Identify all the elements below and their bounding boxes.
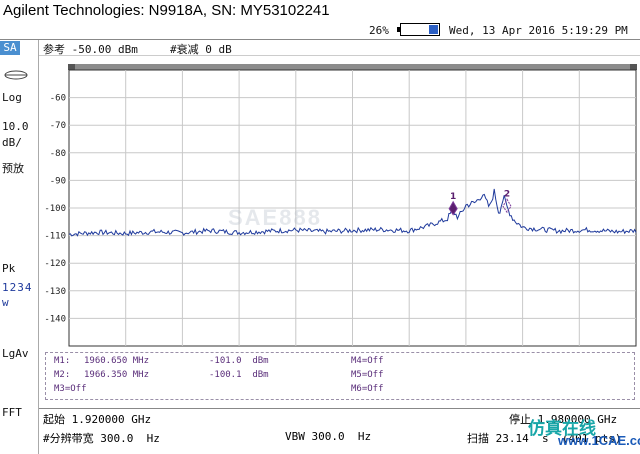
video-bandwidth[interactable]: VBW 300.0 Hz bbox=[285, 430, 371, 443]
y-tick-label: -90 bbox=[50, 176, 66, 186]
plot-corner-left bbox=[68, 64, 75, 70]
spectrum-plot[interactable]: -60 -70 -80 -90 -100 -110 -120 -130 -140 1 2 bbox=[39, 56, 640, 348]
marker2-frequency: 1966.350 MHz bbox=[84, 370, 150, 380]
marker2-label: M2: bbox=[54, 370, 71, 380]
scale-value: 10.0 bbox=[2, 120, 29, 133]
fft-label: FFT bbox=[2, 406, 22, 419]
marker2-amplitude: -100.1 dBm bbox=[209, 370, 269, 380]
status-line: 26% Wed, 13 Apr 2016 5:19:29 PM bbox=[0, 20, 640, 40]
y-tick-label: -140 bbox=[44, 314, 66, 324]
marker1-label: M1: bbox=[54, 356, 71, 366]
marker4-status: M4=Off bbox=[351, 356, 384, 366]
y-tick-label: -110 bbox=[44, 232, 66, 242]
y-tick-label: -120 bbox=[44, 259, 66, 269]
battery-percent: 26% bbox=[369, 24, 389, 37]
y-tick-label: -100 bbox=[44, 204, 66, 214]
detector-label: Pk bbox=[2, 262, 16, 275]
marker1-frequency: 1960.650 MHz bbox=[84, 356, 150, 366]
trace-numbers: 1234 bbox=[2, 281, 33, 294]
plot-top-bar bbox=[69, 64, 636, 70]
scale-unit: dB/ bbox=[2, 136, 22, 149]
mode-indicator[interactable]: SA bbox=[0, 41, 20, 55]
sweep-continuous-icon bbox=[4, 70, 28, 80]
window-title: Agilent Technologies: N9918A, SN: MY5310… bbox=[3, 2, 330, 19]
logo-url: www.1CAE.com bbox=[558, 433, 640, 448]
resolution-bandwidth[interactable]: #分辨带宽 300.0 Hz bbox=[43, 430, 160, 446]
marker-table: M1: 1960.650 MHz -101.0 dBm M4=Off M2: 1… bbox=[45, 352, 635, 400]
marker5-status: M5=Off bbox=[351, 370, 384, 380]
watermark: SAE888 bbox=[228, 205, 322, 230]
marker1-amplitude: -101.0 dBm bbox=[209, 356, 269, 366]
trace-mode: w bbox=[2, 296, 9, 309]
preamp-label: 预放 bbox=[2, 162, 24, 175]
marker6-status: M6=Off bbox=[351, 384, 384, 394]
marker-2-label: 2 bbox=[504, 189, 510, 199]
plot-corner-right bbox=[630, 64, 637, 70]
marker-1-label: 1 bbox=[450, 192, 456, 202]
y-tick-label: -130 bbox=[44, 287, 66, 297]
marker3-status: M3=Off bbox=[54, 384, 87, 394]
y-tick-label: -80 bbox=[50, 149, 66, 159]
y-tick-label: -60 bbox=[50, 94, 66, 104]
scale-type: Log bbox=[2, 91, 22, 104]
left-sidebar: SA Log 10.0 dB/ 预放 Pk 1234 w LgAv FFT bbox=[0, 40, 38, 454]
battery-icon bbox=[397, 23, 440, 36]
y-tick-label: -70 bbox=[50, 121, 66, 131]
datetime: Wed, 13 Apr 2016 5:19:29 PM bbox=[449, 24, 628, 37]
average-label: LgAv bbox=[2, 347, 29, 360]
start-frequency[interactable]: 起始 1.920000 GHz bbox=[43, 411, 151, 427]
